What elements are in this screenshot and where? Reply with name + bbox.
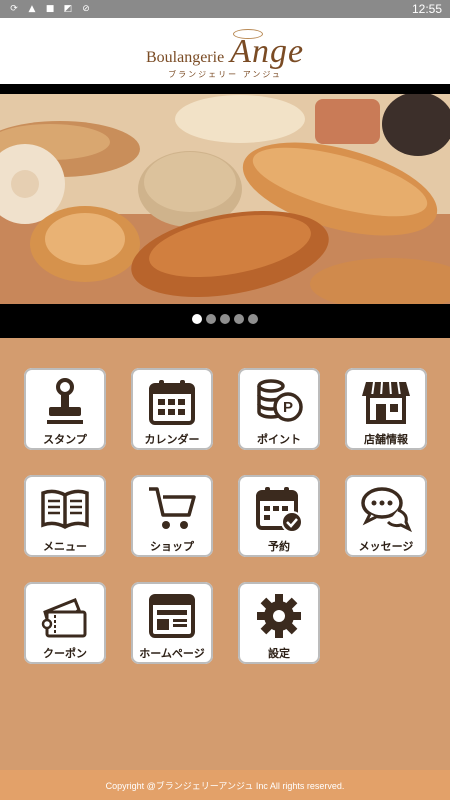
status-bar: ⟳ ▲ ■ ◩ ⊘ 12:55 <box>0 0 450 18</box>
menu-tile-points[interactable]: P ポイント <box>238 368 320 450</box>
stamp-icon <box>47 378 83 424</box>
carousel-dot[interactable] <box>192 314 202 324</box>
book-icon <box>41 489 89 529</box>
browser-icon <box>149 594 195 638</box>
carousel-dot[interactable] <box>234 314 244 324</box>
menu-tile-reservation[interactable]: 予約 <box>238 475 320 557</box>
status-icons: ⟳ ▲ ■ ◩ ⊘ <box>8 3 92 15</box>
gear-icon <box>257 594 301 638</box>
menu-tile-stamp[interactable]: スタンプ <box>24 368 106 450</box>
folder-icon: ■ <box>45 4 55 14</box>
carousel-indicator <box>0 314 450 324</box>
no-signal-icon: ⊘ <box>82 4 90 14</box>
menu-tile-store-info[interactable]: 店舗情報 <box>345 368 427 450</box>
menu-label: クーポン <box>43 647 87 660</box>
bread-photo[interactable] <box>0 94 450 304</box>
carousel-dot[interactable] <box>220 314 230 324</box>
app-icon: ◩ <box>63 4 73 14</box>
menu-tile-settings[interactable]: 設定 <box>238 582 320 664</box>
warning-icon: ▲ <box>28 4 36 14</box>
points-coins-icon: P <box>257 379 303 422</box>
store-icon <box>362 381 410 424</box>
menu-tile-shop[interactable]: ショップ <box>131 475 213 557</box>
menu-tile-calendar[interactable]: カレンダー <box>131 368 213 450</box>
calendar-check-icon <box>256 487 303 533</box>
menu-label: メッセージ <box>358 540 414 553</box>
footer: Copyright @ブランジェリーアンジュ Inc All rights re… <box>0 770 450 800</box>
carousel-dot[interactable] <box>248 314 258 324</box>
brand-logo: Boulangerie Ange ブランジェリー アンジュ <box>125 21 325 81</box>
bread-illustration <box>0 94 450 304</box>
menu-grid: スタンプ カレンダー P ポイント 店舗情報 メニュー ショップ 予約 メッセー… <box>0 338 450 770</box>
menu-label: 設定 <box>268 647 290 660</box>
status-time: 12:55 <box>411 2 442 16</box>
coupon-icon <box>41 598 87 638</box>
svg-text:P: P <box>283 399 293 416</box>
logo-name: Ange <box>230 33 305 70</box>
menu-tile-message[interactable]: メッセージ <box>345 475 427 557</box>
menu-label: スタンプ <box>43 433 87 446</box>
sync-icon: ⟳ <box>10 4 18 14</box>
chat-bubbles-icon <box>361 487 412 533</box>
menu-label: 店舗情報 <box>364 433 408 446</box>
cart-icon <box>149 487 196 529</box>
calendar-icon <box>149 380 195 425</box>
menu-tile-menu[interactable]: メニュー <box>24 475 106 557</box>
logo-subtitle: ブランジェリー アンジュ <box>168 70 282 79</box>
logo-prefix: Boulangerie <box>145 49 225 66</box>
app-header: Boulangerie Ange ブランジェリー アンジュ <box>0 18 450 84</box>
banner-carousel[interactable] <box>0 84 450 338</box>
menu-label: カレンダー <box>144 433 200 446</box>
menu-label: 予約 <box>268 540 290 553</box>
copyright-text: Copyright @ブランジェリーアンジュ Inc All rights re… <box>105 780 345 791</box>
menu-tile-coupon[interactable]: クーポン <box>24 582 106 664</box>
carousel-dot[interactable] <box>206 314 216 324</box>
menu-label: ホームページ <box>139 647 205 660</box>
menu-tile-homepage[interactable]: ホームページ <box>131 582 213 664</box>
menu-label: メニュー <box>43 540 87 553</box>
menu-label: ポイント <box>257 433 301 446</box>
menu-label: ショップ <box>150 540 194 553</box>
